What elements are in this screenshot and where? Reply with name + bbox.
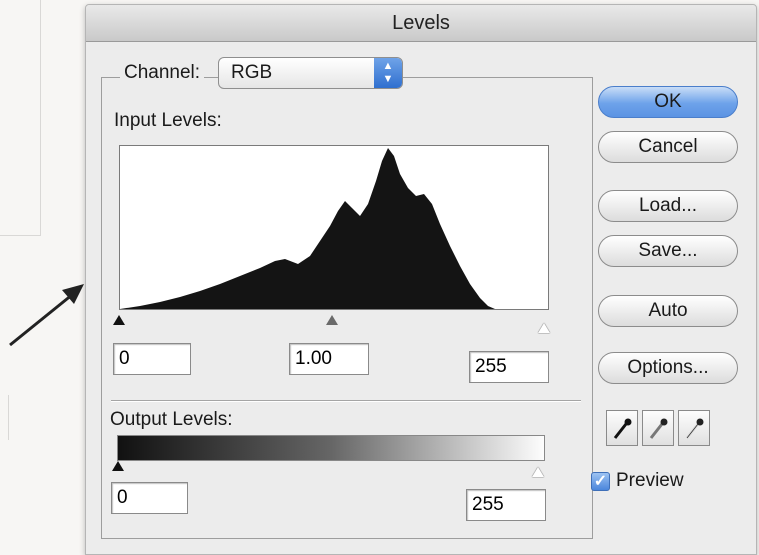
cancel-button[interactable]: Cancel [598,131,738,163]
dialog-title: Levels [86,5,756,42]
select-arrows-icon: ▲ ▼ [374,58,402,88]
auto-button[interactable]: Auto [598,295,738,327]
input-black-field[interactable] [113,343,191,375]
output-black-slider-handle[interactable] [112,461,124,471]
input-gamma-field[interactable] [289,343,369,375]
ok-button[interactable]: OK [598,86,738,118]
annotation-arrow-icon [9,284,84,347]
input-levels-slider [113,309,550,337]
save-button[interactable]: Save... [598,235,738,267]
channel-select[interactable]: RGB ▲ ▼ [218,57,403,89]
histogram-graph [120,148,495,309]
channel-label: Channel: [120,62,205,84]
input-black-slider-handle[interactable] [113,315,125,325]
input-gamma-slider-handle[interactable] [326,315,338,325]
input-white-slider-handle[interactable] [538,323,550,333]
preview-label: Preview [616,470,684,491]
output-white-field[interactable] [466,489,546,521]
black-point-eyedropper-icon[interactable] [606,410,638,446]
channel-value: RGB [231,62,273,83]
histogram [119,145,549,310]
input-white-field[interactable] [469,351,549,383]
output-gradient-bar [117,435,545,461]
options-button[interactable]: Options... [598,352,738,384]
section-divider [111,400,581,402]
preview-checkbox[interactable]: ✓ [591,472,610,491]
white-point-eyedropper-icon[interactable] [678,410,710,446]
page-background-frame [0,395,9,440]
histogram-shape [120,148,495,309]
output-black-field[interactable] [111,482,188,514]
levels-dialog: Levels Channel: RGB ▲▼ Input Levels: Out… [85,4,757,555]
output-levels-label: Output Levels: [110,409,233,430]
gray-point-eyedropper-icon[interactable] [642,410,674,446]
output-white-slider-handle[interactable] [532,467,544,477]
load-button[interactable]: Load... [598,190,738,222]
page-background-frame [0,0,41,236]
input-levels-label: Input Levels: [114,110,222,131]
